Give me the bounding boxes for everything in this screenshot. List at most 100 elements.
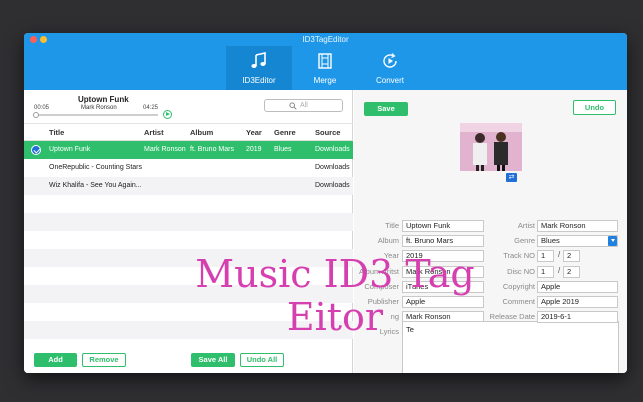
comment-label: Comment [502, 297, 535, 306]
cell-source: Downloads [315, 164, 350, 171]
artist-label: Artist [517, 221, 535, 230]
convert-play-icon [383, 53, 397, 68]
publisher-label: Publisher [367, 297, 399, 306]
empty-row [24, 303, 353, 321]
title-bar: ID3TagEditor [24, 33, 627, 46]
now-playing-artist: Mark Ronson [81, 105, 117, 111]
publisher-field[interactable]: Apple [402, 296, 484, 308]
close-window-button[interactable] [30, 36, 37, 43]
empty-row [24, 249, 353, 267]
cell-year: 2019 [246, 146, 262, 153]
duration: 04:25 [143, 105, 159, 111]
encoding-label: ng [390, 312, 399, 321]
empty-row [24, 231, 353, 249]
save-all-button[interactable]: Save All [191, 353, 235, 367]
add-button[interactable]: Add [34, 353, 77, 367]
cell-title: OneRepublic - Counting Stars [49, 164, 142, 171]
current-time: 00:05 [34, 105, 50, 111]
title-label: Title [385, 221, 399, 230]
play-button[interactable] [163, 110, 172, 119]
release-date-field[interactable]: 2019-6-1 [537, 311, 618, 323]
save-button[interactable]: Save [364, 102, 408, 116]
album-label: Album [377, 236, 399, 245]
song-table: Title Artist Album Year Genre Source Upt… [24, 124, 353, 339]
album-artist-field[interactable]: Mark Ronson [402, 266, 484, 278]
search-icon [289, 102, 297, 110]
track-no-label: Track NO [503, 251, 535, 260]
search-input[interactable]: All [264, 99, 343, 112]
cell-album: ft. Bruno Mars [190, 146, 234, 153]
empty-row [24, 267, 353, 285]
empty-row [24, 213, 353, 231]
copyright-label: Copyright [502, 282, 535, 291]
undo-button[interactable]: Undo [573, 100, 616, 115]
music-note-icon [251, 52, 266, 68]
selected-check-icon [31, 145, 41, 155]
disc-separator: / [558, 266, 561, 275]
table-header: Title Artist Album Year Genre Source [24, 124, 353, 141]
release-date-label: Release Date [489, 312, 535, 321]
chevron-down-icon[interactable] [608, 236, 617, 246]
tab-convert[interactable]: Convert [357, 46, 423, 90]
tab-id3editor-label: ID3Editor [242, 76, 276, 85]
comment-field[interactable]: Apple 2019 [537, 296, 618, 308]
composer-field[interactable]: iTunes [402, 281, 484, 293]
album-cover-image[interactable] [460, 123, 522, 171]
undo-all-button[interactable]: Undo All [240, 353, 284, 367]
album-field[interactable]: ft. Bruno Mars [402, 235, 484, 247]
column-header-source[interactable]: Source [315, 124, 353, 141]
progress-knob[interactable] [33, 112, 40, 118]
column-header-title[interactable]: Title [49, 124, 142, 141]
album-cover-art [460, 123, 522, 171]
minimize-window-button[interactable] [40, 36, 47, 43]
copyright-field[interactable]: Apple [537, 281, 618, 293]
year-field[interactable]: 2019 [402, 250, 484, 262]
film-merge-icon [318, 53, 332, 69]
empty-row [24, 195, 353, 213]
column-header-year[interactable]: Year [246, 124, 274, 141]
lyrics-textarea[interactable]: Te [402, 321, 619, 373]
remove-button[interactable]: Remove [82, 353, 126, 367]
track-total-field[interactable]: 2 [563, 250, 580, 262]
search-placeholder: All [300, 102, 308, 109]
lyrics-label: Lyrics [379, 327, 399, 336]
disc-total-field[interactable]: 2 [563, 266, 580, 278]
year-label: Year [383, 251, 399, 260]
song-list-panel: Uptown Funk Mark Ronson 00:05 04:25 All … [24, 90, 353, 373]
table-row[interactable]: Uptown Funk Mark Ronson ft. Bruno Mars 2… [24, 141, 353, 159]
progress-slider[interactable] [33, 112, 158, 118]
column-header-artist[interactable]: Artist [144, 124, 188, 141]
change-cover-icon[interactable]: ⇄ [506, 173, 517, 182]
column-header-genre[interactable]: Genre [274, 124, 314, 141]
cell-title: Wiz Khalifa - See You Again... [49, 182, 142, 189]
tab-merge[interactable]: Merge [292, 46, 358, 90]
genre-label: Genre [514, 236, 535, 245]
disc-no-label: Disc NO [507, 267, 535, 276]
app-window: ID3TagEditor ID3Editor Merge Convert Upt… [24, 33, 627, 373]
cell-artist: Mark Ronson [144, 146, 186, 153]
table-row[interactable]: Wiz Khalifa - See You Again... Downloads [24, 177, 353, 195]
tab-convert-label: Convert [375, 76, 404, 85]
column-header-album[interactable]: Album [190, 124, 246, 141]
tab-merge-label: Merge [313, 76, 337, 85]
cell-source: Downloads [315, 146, 350, 153]
app-header: ID3TagEditor ID3Editor Merge Convert [24, 33, 627, 90]
composer-label: Composer [364, 282, 399, 291]
window-title: ID3TagEditor [302, 35, 349, 44]
now-playing-title: Uptown Funk [78, 95, 129, 104]
track-no-field[interactable]: 1 [537, 250, 554, 262]
artist-field[interactable]: Mark Ronson [537, 220, 618, 232]
title-field[interactable]: Uptown Funk [402, 220, 484, 232]
cell-genre: Blues [274, 146, 292, 153]
genre-select[interactable]: Blues [537, 235, 618, 247]
track-separator: / [558, 250, 561, 259]
disc-no-field[interactable]: 1 [537, 266, 554, 278]
genre-value: Blues [541, 236, 560, 245]
album-artist-label: Album Aritst [358, 267, 399, 276]
empty-row [24, 285, 353, 303]
tag-editor-panel: Save Undo ⇄ Title Uptown Funk Album ft. … [354, 90, 627, 373]
table-row[interactable]: OneRepublic - Counting Stars Downloads [24, 159, 353, 177]
tab-id3editor[interactable]: ID3Editor [226, 46, 292, 90]
mini-player: Uptown Funk Mark Ronson 00:05 04:25 All [24, 90, 353, 124]
empty-row [24, 321, 353, 339]
